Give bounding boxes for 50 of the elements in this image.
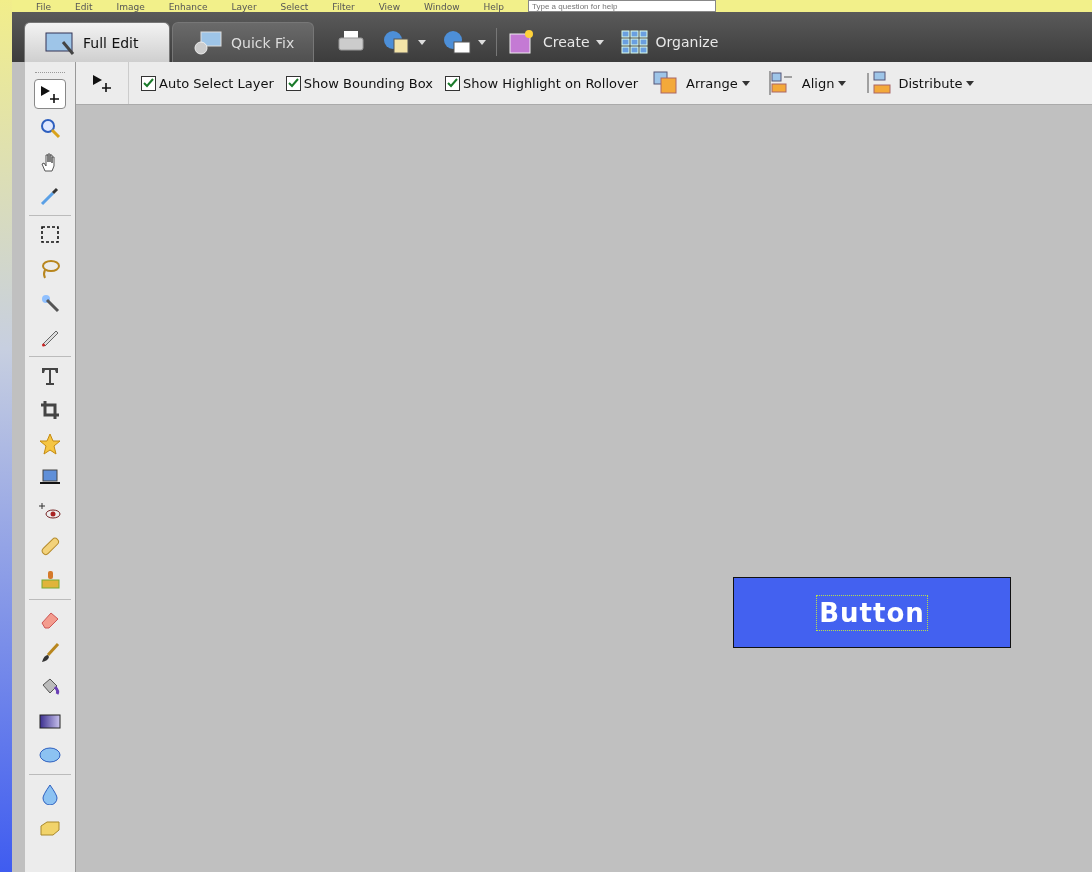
toolbar-menu-button[interactable]: Create [501, 25, 610, 59]
tool-button[interactable] [34, 79, 66, 109]
marquee-icon [39, 224, 61, 246]
option-checkbox[interactable]: Show Highlight on Rollover [445, 75, 638, 91]
options-menu-button[interactable]: Distribute [860, 68, 979, 98]
photo-edit-icon [45, 29, 75, 56]
help-search-field[interactable]: Type a question for help [528, 0, 717, 12]
menu-item[interactable]: Edit [75, 3, 93, 12]
menu-item[interactable]: Window [424, 3, 460, 12]
globe-icon [382, 29, 412, 55]
star-icon [39, 433, 61, 455]
caret-icon [595, 39, 604, 45]
move-tool-icon [39, 83, 61, 105]
check-icon [143, 77, 154, 89]
drop-icon [39, 783, 61, 805]
stamp-icon [39, 569, 61, 591]
caret-icon [741, 80, 750, 86]
menu-item[interactable]: Image [116, 3, 145, 12]
menu-item[interactable]: View [378, 3, 400, 12]
menu-item[interactable]: Filter [332, 3, 355, 12]
menu-item[interactable]: Layer [231, 3, 257, 12]
caret-icon [418, 39, 426, 45]
option-checkbox[interactable]: Auto Select Layer [141, 75, 274, 91]
brush-icon [39, 642, 61, 664]
toolbar-menu-button[interactable]: Organize [613, 25, 725, 59]
mode-tab[interactable]: Full Edit [24, 22, 170, 62]
globe-envelope-icon [442, 29, 472, 55]
options-menu-button[interactable]: Align [763, 68, 851, 98]
menu-item[interactable]: Help [483, 3, 505, 12]
magic-wand-icon [39, 292, 61, 314]
menu-item[interactable]: Enhance [168, 3, 208, 12]
menu-item[interactable]: File [36, 3, 52, 12]
zoom-icon [39, 117, 61, 139]
options-menu-button[interactable]: Arrange [648, 68, 754, 98]
lasso-icon [39, 258, 61, 280]
ellipse-icon [39, 744, 61, 766]
check-icon [447, 77, 459, 89]
caret-icon [478, 39, 486, 45]
menu-item[interactable]: Select [280, 3, 309, 12]
caret-icon [838, 80, 847, 86]
grid-icon [619, 29, 650, 55]
crop-icon [39, 399, 61, 421]
mode-tab[interactable]: Quick Fix [172, 22, 314, 62]
layer-text: Button [819, 597, 925, 628]
type-tool-icon [39, 365, 61, 387]
caret-icon [966, 80, 975, 86]
eyedropper-icon [39, 185, 61, 207]
option-checkbox[interactable]: Show Bounding Box [285, 75, 434, 91]
move-tool-icon [91, 72, 113, 94]
check-icon [287, 77, 299, 89]
